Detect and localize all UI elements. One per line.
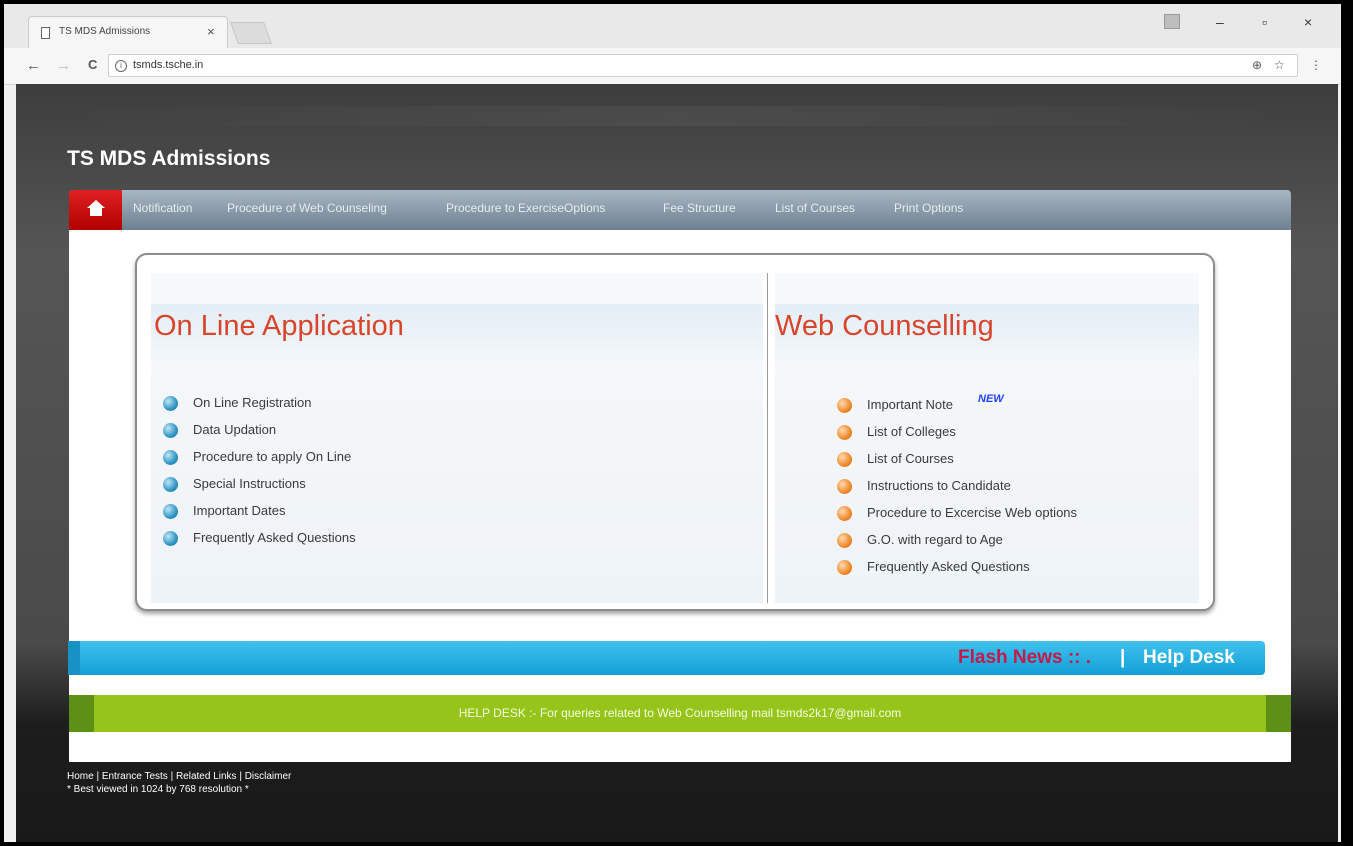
link-faq-online[interactable]: Frequently Asked Questions <box>163 530 356 557</box>
nav-list-of-courses[interactable]: List of Courses <box>775 201 855 215</box>
header-stripe <box>56 106 1296 126</box>
browser-menu-icon[interactable]: ⋮ <box>1310 58 1322 72</box>
bullet-icon <box>837 425 852 440</box>
nav-print-options[interactable]: Print Options <box>894 201 963 215</box>
nav-procedure-exercise-options[interactable]: Procedure to ExerciseOptions <box>446 201 605 215</box>
main-panel: On Line Application On Line Registration… <box>135 253 1215 611</box>
bullet-icon <box>837 560 852 575</box>
footer-links[interactable]: Home | Entrance Tests | Related Links | … <box>67 771 291 782</box>
new-tab-button[interactable] <box>229 22 273 44</box>
bullet-icon <box>163 531 178 546</box>
link-data-updation[interactable]: Data Updation <box>163 422 356 449</box>
link-important-dates[interactable]: Important Dates <box>163 503 356 530</box>
footer-note: * Best viewed in 1024 by 768 resolution … <box>67 784 249 795</box>
minimize-button[interactable]: – <box>1216 14 1224 30</box>
link-important-note[interactable]: Important Note NEW <box>837 393 1077 424</box>
link-list-of-courses[interactable]: List of Courses <box>837 451 1077 478</box>
bookmark-star-icon[interactable]: ☆ <box>1274 58 1285 72</box>
new-badge-icon: NEW <box>978 393 1004 405</box>
close-window-button[interactable]: × <box>1304 14 1312 30</box>
help-desk-bar: HELP DESK :- For queries related to Web … <box>69 695 1291 732</box>
bullet-icon <box>837 452 852 467</box>
help-desk-text: HELP DESK :- For queries related to Web … <box>458 706 902 720</box>
bullet-icon <box>163 423 178 438</box>
content-area: On Line Application On Line Registration… <box>69 230 1291 762</box>
web-counselling-section: Web Counselling Important Note NEW List … <box>775 273 1199 603</box>
nav-fee-structure[interactable]: Fee Structure <box>663 201 736 215</box>
bullet-icon <box>837 479 852 494</box>
nav-procedure-web-counseling[interactable]: Procedure of Web Counseling <box>227 201 387 215</box>
flash-separator: | <box>1120 647 1126 668</box>
browser-tab[interactable]: TS MDS Admissions × <box>28 16 228 48</box>
reload-button[interactable]: C <box>88 57 97 72</box>
link-procedure-apply-online[interactable]: Procedure to apply On Line <box>163 449 356 476</box>
flash-news-ticker[interactable]: Flash News :: . <box>958 647 1091 669</box>
online-application-heading: On Line Application <box>154 310 404 342</box>
tab-title: TS MDS Admissions <box>59 26 151 37</box>
nav-notification[interactable]: Notification <box>133 201 192 215</box>
bullet-icon <box>837 506 852 521</box>
restore-button[interactable]: ▫ <box>1262 14 1267 30</box>
info-icon[interactable]: i <box>115 60 127 72</box>
flash-news-bar: Flash News :: . | Help Desk <box>68 641 1265 675</box>
profile-icon[interactable] <box>1164 14 1180 29</box>
link-list-of-colleges[interactable]: List of Colleges <box>837 424 1077 451</box>
link-special-instructions[interactable]: Special Instructions <box>163 476 356 503</box>
web-counselling-heading: Web Counselling <box>775 310 994 342</box>
url-text[interactable]: tsmds.tsche.in <box>133 59 203 71</box>
forward-button[interactable]: → <box>56 57 71 74</box>
online-application-links: On Line Registration Data Updation Proce… <box>163 395 356 557</box>
back-button[interactable]: ← <box>26 57 41 74</box>
browser-toolbar: ← → C i tsmds.tsche.in ⊕ ☆ ⋮ <box>4 48 1341 85</box>
page-body: TS MDS Admissions Notification Procedure… <box>16 84 1338 842</box>
zoom-icon[interactable]: ⊕ <box>1252 58 1262 72</box>
column-divider <box>767 273 768 603</box>
main-navbar: Notification Procedure of Web Counseling… <box>69 190 1291 230</box>
online-application-section: On Line Application On Line Registration… <box>151 273 763 603</box>
web-counselling-links: Important Note NEW List of Colleges List… <box>837 393 1077 586</box>
flash-bar-edge <box>68 641 80 675</box>
address-bar[interactable]: i tsmds.tsche.in <box>108 54 1298 77</box>
link-go-age[interactable]: G.O. with regard to Age <box>837 532 1077 559</box>
bullet-icon <box>837 533 852 548</box>
bullet-icon <box>163 504 178 519</box>
link-faq-counselling[interactable]: Frequently Asked Questions <box>837 559 1077 586</box>
link-instructions-candidate[interactable]: Instructions to Candidate <box>837 478 1077 505</box>
bullet-icon <box>163 477 178 492</box>
link-procedure-web-options[interactable]: Procedure to Excercise Web options <box>837 505 1077 532</box>
home-icon-body <box>90 208 102 216</box>
home-icon <box>87 200 105 208</box>
link-online-registration[interactable]: On Line Registration <box>163 395 356 422</box>
help-desk-link[interactable]: Help Desk <box>1143 647 1235 669</box>
bullet-icon <box>163 450 178 465</box>
page-icon <box>41 27 50 39</box>
bullet-icon <box>837 398 852 413</box>
browser-window: TS MDS Admissions × – ▫ × ← → C i tsmds.… <box>4 4 1341 842</box>
tab-close-icon[interactable]: × <box>207 24 215 39</box>
home-button[interactable] <box>69 190 122 230</box>
bullet-icon <box>163 396 178 411</box>
tab-strip: TS MDS Admissions × – ▫ × <box>4 4 1341 48</box>
site-title: TS MDS Admissions <box>67 147 271 170</box>
